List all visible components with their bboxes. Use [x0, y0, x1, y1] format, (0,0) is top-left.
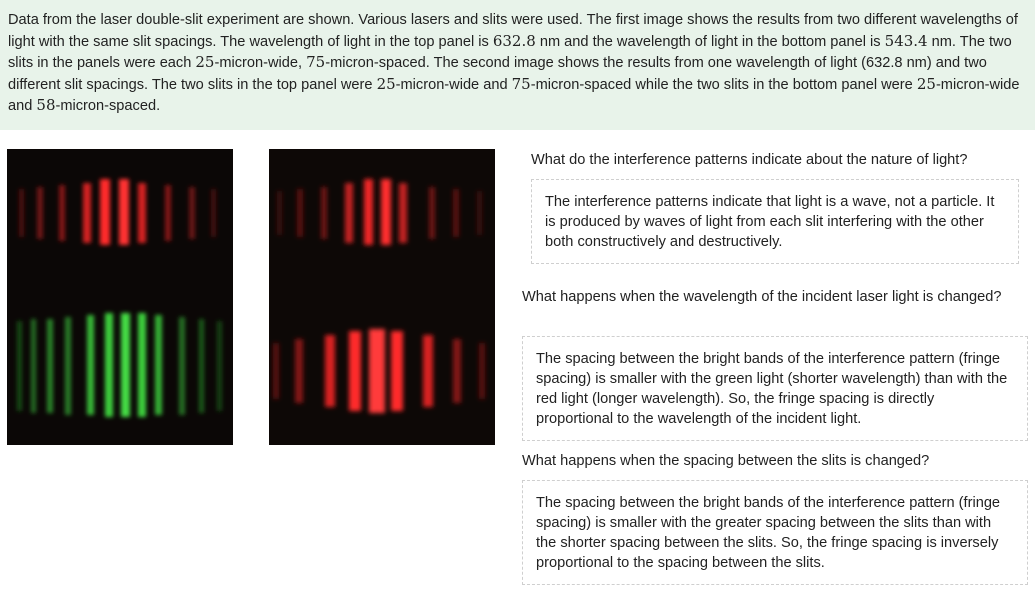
intro-text: -micron-wide and	[395, 76, 512, 93]
question-3: What happens when the spacing between th…	[522, 453, 930, 469]
slit-spacing-value: 58	[36, 96, 56, 115]
answer-3: The spacing between the bright bands of …	[522, 480, 1028, 585]
slit-width-value: 25	[195, 53, 215, 72]
interference-image-wavelength	[7, 149, 233, 445]
interference-image-slit-spacing	[269, 149, 495, 445]
wavelength-bottom-value: 543.4	[884, 31, 928, 50]
fringe-pattern-wavelength	[7, 149, 233, 445]
intro-text: nm and the wavelength of light in the bo…	[535, 33, 885, 50]
intro-text: -micron-spaced while the two slits in th…	[530, 76, 917, 93]
intro-paragraph: Data from the laser double-slit experime…	[0, 0, 1035, 130]
answer-1: The interference patterns indicate that …	[531, 179, 1019, 264]
slit-width-value: 25	[376, 74, 396, 93]
intro-text: -micron-wide,	[214, 55, 307, 72]
slit-spacing-value: 75	[511, 74, 531, 93]
question-1: What do the interference patterns indica…	[531, 152, 968, 168]
slit-spacing-value: 75	[306, 53, 326, 72]
intro-text: -micron-spaced.	[55, 98, 161, 115]
answer-2: The spacing between the bright bands of …	[522, 336, 1028, 441]
question-2: What happens when the wavelength of the …	[522, 289, 1002, 305]
fringe-pattern-slit-spacing	[269, 149, 495, 445]
slit-width-value: 25	[916, 74, 936, 93]
wavelength-top-value: 632.8	[492, 31, 536, 50]
